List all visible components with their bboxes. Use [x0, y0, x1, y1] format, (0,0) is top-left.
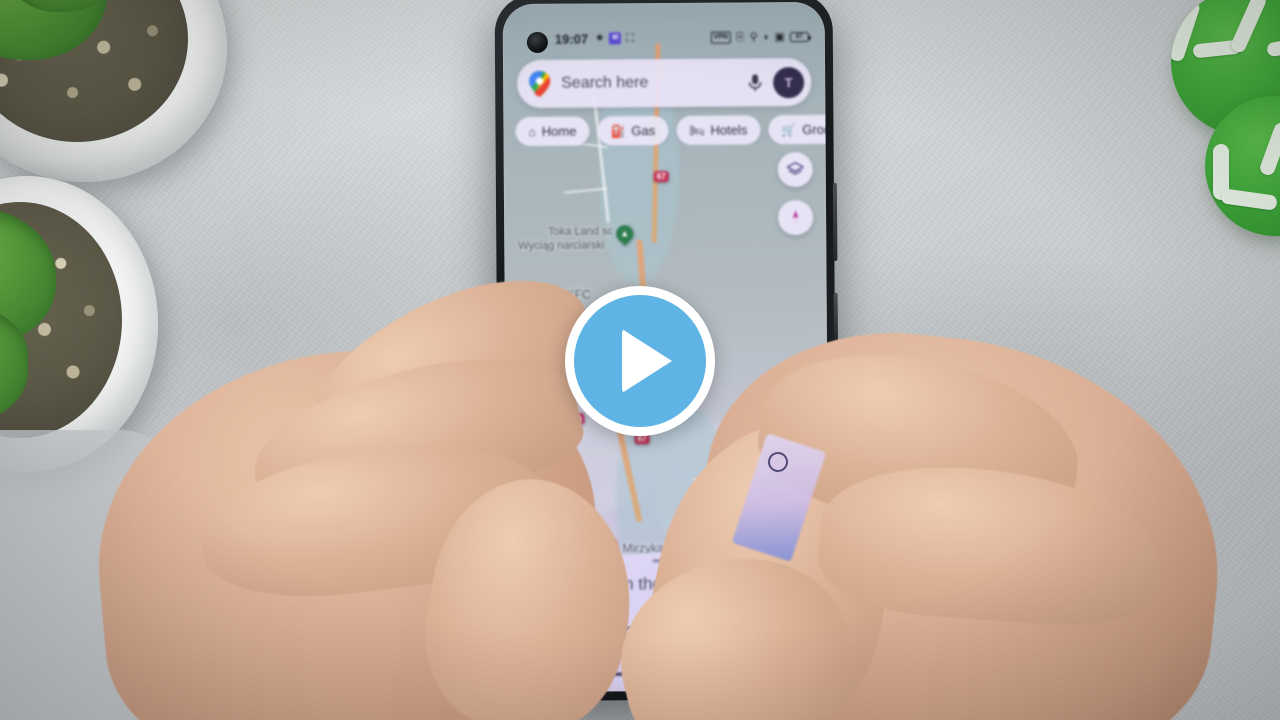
chip-gas[interactable]: ⛽ Gas — [597, 115, 669, 146]
nfc-icon: ⎘ — [735, 30, 745, 44]
category-chips-row[interactable]: ⌂ Home ⛽ Gas 🛏 Hotels 🛒 Groce — [515, 114, 830, 147]
status-clock: 19:07 — [554, 31, 589, 47]
map-label: Wyciąg narciarski — [518, 239, 605, 253]
road-shield: 67 — [653, 170, 669, 183]
chip-label: Groce — [802, 121, 830, 138]
search-bar[interactable]: Search here T — [516, 57, 812, 109]
compass-needle-icon — [792, 210, 799, 225]
power-button[interactable] — [833, 292, 838, 341]
compass-button[interactable] — [777, 199, 814, 236]
map-label: Toka Land sc — [548, 225, 614, 238]
scene-root: Toka Land sc Wyciąg narciarski KFC Mirzy… — [0, 0, 1280, 720]
chip-home[interactable]: ⌂ Home — [515, 116, 590, 147]
layers-button[interactable] — [777, 151, 813, 188]
bed-icon: 🛏 — [689, 123, 705, 138]
chip-label: Home — [541, 123, 577, 139]
disc-mark — [1229, 0, 1268, 55]
location-icon: ⚲ — [749, 30, 758, 43]
wifi-icon: ◗ — [762, 30, 770, 43]
chip-label: Gas — [631, 123, 656, 139]
ski-lift-poi-pin[interactable]: ▲ — [612, 221, 637, 248]
gas-pump-icon: ⛽ — [610, 123, 626, 138]
volume-button[interactable] — [832, 182, 838, 261]
status-spacer — [634, 38, 711, 39]
play-triangle-icon — [622, 329, 672, 393]
battery-icon: 87 — [789, 31, 809, 43]
status-bar: 19:07 ✷ M ⛶ VPN ⎘ ⚲ ◗ ▣ 87 — [503, 24, 825, 52]
microphone-icon[interactable] — [744, 71, 766, 93]
settings-gear-icon: ✷ — [595, 31, 605, 44]
screenshot-icon: ⛶ — [626, 31, 634, 44]
ski-lift-icon: ▲ — [620, 228, 630, 239]
sd-card-icon: ▣ — [774, 30, 785, 43]
disc-mark — [1220, 188, 1278, 211]
disc-mark — [1266, 36, 1280, 58]
chip-groceries[interactable]: 🛒 Groce — [768, 114, 830, 145]
account-avatar[interactable]: T — [773, 66, 805, 98]
front-camera-punch-hole — [526, 31, 548, 53]
home-icon: ⌂ — [528, 124, 536, 139]
disc-mark — [1258, 121, 1280, 177]
vpn-icon: VPN — [710, 31, 731, 44]
layers-icon — [786, 162, 804, 175]
google-maps-pin-icon — [529, 70, 551, 97]
messages-icon: M — [609, 32, 622, 45]
search-input[interactable]: Search here — [561, 73, 744, 92]
chip-hotels[interactable]: 🛏 Hotels — [676, 115, 761, 145]
chip-label: Hotels — [710, 122, 748, 138]
play-button[interactable] — [565, 286, 715, 436]
shopping-cart-icon: 🛒 — [781, 122, 797, 137]
